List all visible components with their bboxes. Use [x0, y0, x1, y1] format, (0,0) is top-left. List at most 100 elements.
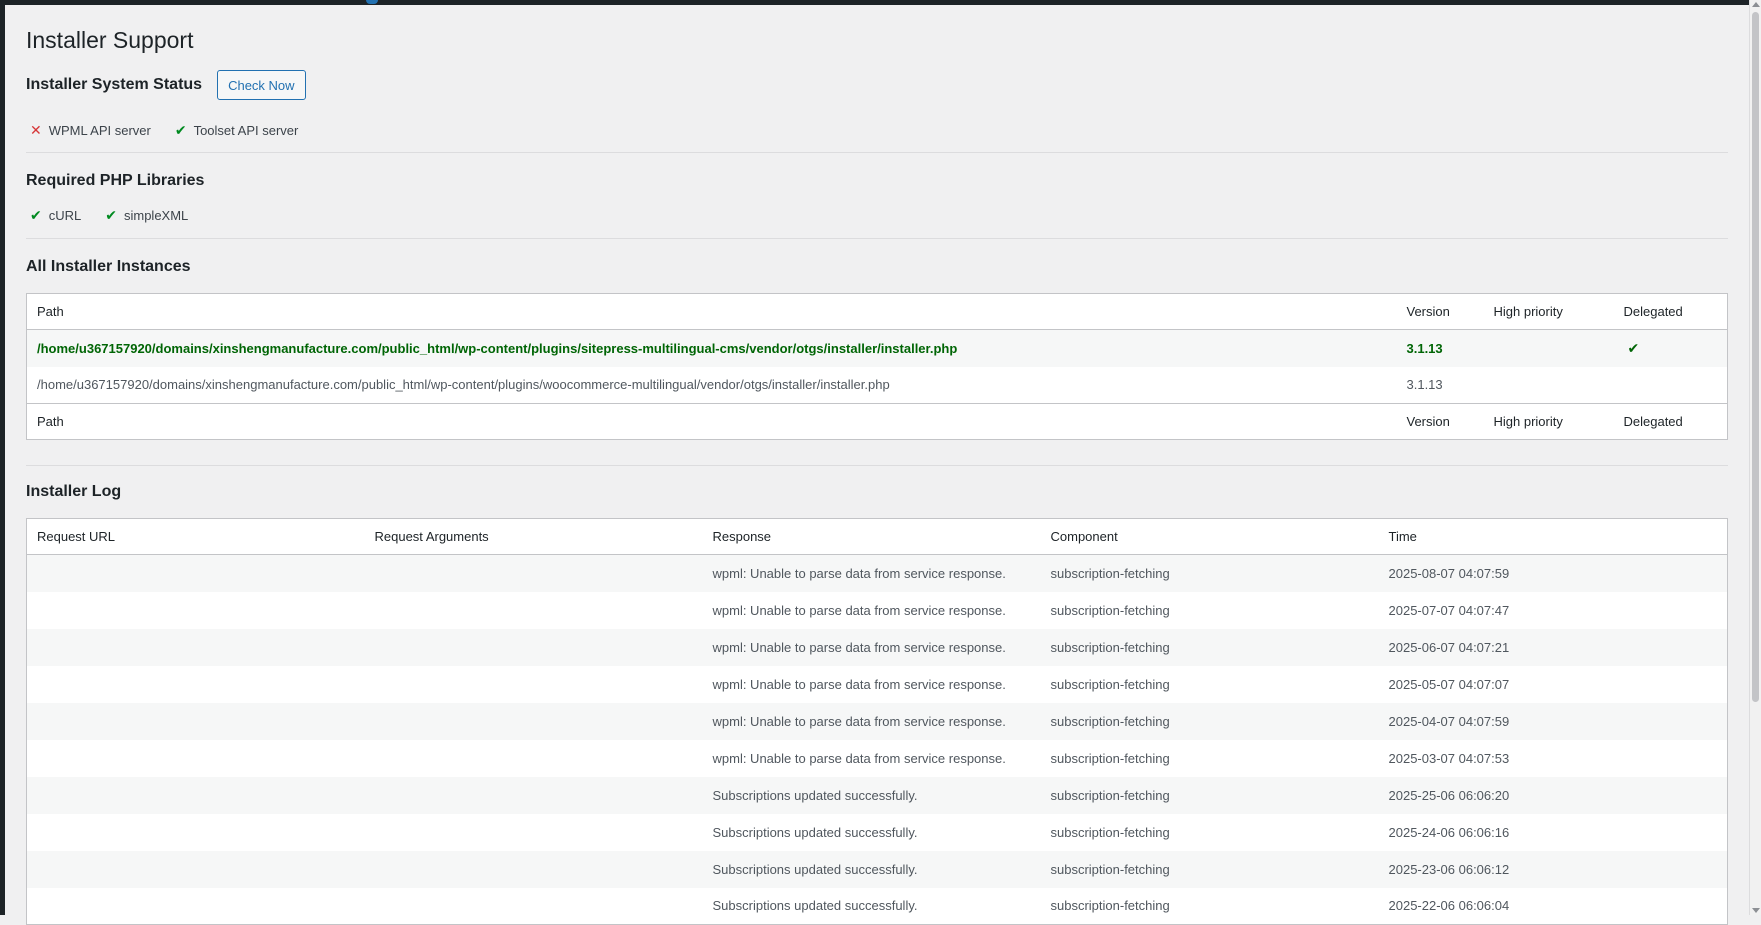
col-response: Response: [702, 518, 1041, 555]
table-row: /home/u367157920/domains/xinshengmanufac…: [27, 367, 1728, 404]
col-time: Time: [1378, 518, 1728, 555]
admin-menu-edge: [0, 0, 5, 915]
log-args: [364, 850, 703, 888]
log-response: Subscriptions updated successfully.: [702, 850, 1041, 888]
log-args: [365, 888, 703, 925]
log-response: wpml: Unable to parse data from service …: [702, 628, 1041, 666]
log-args: [364, 554, 703, 592]
log-url: [27, 740, 365, 777]
scrollbar-thumb[interactable]: [1752, 12, 1759, 702]
log-component: subscription-fetching: [1040, 554, 1379, 592]
log-response: wpml: Unable to parse data from service …: [702, 702, 1041, 740]
check-icon: ✔: [30, 207, 42, 223]
log-response: wpml: Unable to parse data from service …: [712, 676, 1006, 692]
log-time: 2025-25-06 06:06:20: [1378, 776, 1728, 814]
table-header-row: Request URL Request Arguments Response C…: [26, 518, 1728, 555]
scroll-down-arrow-icon[interactable]: [1752, 908, 1760, 913]
log-time: 2025-04-07 04:07:59: [1378, 702, 1728, 740]
log-time: 2025-05-07 04:07:07: [1388, 676, 1510, 692]
col-path: Path: [26, 403, 1397, 440]
log-url: [26, 850, 365, 888]
table-row: wpml: Unable to parse data from service …: [26, 702, 1728, 740]
server-status-list: ✕ WPML API server ✔ Toolset API server: [30, 122, 322, 139]
server-status-wpml: ✕ WPML API server: [30, 122, 151, 139]
system-status-heading: Installer System Status: [26, 76, 203, 93]
col-version: Version: [1396, 403, 1484, 440]
log-time: 2025-06-07 04:07:21: [1378, 628, 1728, 666]
log-url: [26, 628, 365, 666]
log-response: wpml: Unable to parse data from service …: [712, 602, 1006, 618]
log-args: [364, 776, 703, 814]
log-component: subscription-fetching: [1050, 750, 1170, 766]
col-version: Version: [1396, 293, 1484, 330]
table-row: Subscriptions updated successfully. subsc…: [27, 814, 1728, 851]
log-url: [27, 814, 365, 851]
table-row: wpml: Unable to parse data from service …: [26, 554, 1728, 592]
log-response: Subscriptions updated successfully.: [712, 824, 918, 840]
section-divider: [26, 152, 1728, 153]
check-icon: ✔: [105, 207, 117, 223]
instance-version: 3.1.13: [1406, 340, 1443, 356]
log-component: subscription-fetching: [1040, 776, 1379, 814]
log-url: [26, 776, 365, 814]
log-args: [365, 592, 703, 629]
instance-high-priority: [1484, 367, 1614, 404]
instances-table: Path Version High priority Delegated /ho…: [26, 293, 1728, 440]
log-response: Subscriptions updated successfully.: [712, 898, 918, 914]
col-path: Path: [26, 293, 1397, 330]
section-divider: [26, 465, 1728, 466]
log-args: [365, 814, 703, 851]
log-url: [27, 592, 365, 629]
php-library-curl: ✔ cURL: [30, 207, 81, 224]
col-delegated: Delegated: [1613, 293, 1728, 330]
log-url: [27, 666, 365, 703]
log-component: subscription-fetching: [1040, 702, 1379, 740]
admin-bar: [0, 0, 1761, 5]
server-status-toolset: ✔ Toolset API server: [175, 122, 299, 139]
table-row: wpml: Unable to parse data from service …: [27, 592, 1728, 629]
check-icon: ✔: [174, 122, 187, 138]
log-url: [27, 888, 365, 925]
instance-path: /home/u367157920/domains/xinshengmanufac…: [37, 340, 958, 356]
log-args: [364, 628, 703, 666]
log-component: subscription-fetching: [1050, 898, 1170, 914]
table-row: wpml: Unable to parse data from service …: [27, 666, 1728, 703]
check-now-button[interactable]: Check Now: [217, 70, 306, 100]
instance-delegated: [1614, 367, 1728, 404]
log-url: [26, 554, 365, 592]
col-component: Component: [1040, 518, 1379, 555]
server-label: WPML API server: [48, 123, 151, 138]
log-component: subscription-fetching: [1050, 602, 1170, 618]
installer-log-table: Request URL Request Arguments Response C…: [26, 518, 1728, 925]
instances-heading: All Installer Instances: [26, 258, 191, 275]
log-component: subscription-fetching: [1040, 628, 1379, 666]
page-scrollbar[interactable]: [1749, 0, 1761, 915]
col-high-priority: High priority: [1483, 403, 1614, 440]
cross-icon: ✕: [30, 122, 42, 138]
log-url: [26, 702, 365, 740]
table-row: /home/u367157920/domains/xinshengmanufac…: [26, 329, 1728, 367]
table-row: Subscriptions updated successfully. subsc…: [26, 850, 1728, 888]
log-component: subscription-fetching: [1040, 850, 1379, 888]
table-footer-row: Path Version High priority Delegated: [26, 403, 1728, 440]
php-libraries-heading: Required PHP Libraries: [26, 172, 205, 189]
table-header-row: Path Version High priority Delegated: [26, 293, 1728, 330]
log-time: 2025-22-06 06:06:04: [1388, 898, 1510, 914]
scroll-up-arrow-icon[interactable]: [1752, 2, 1760, 7]
instance-path: /home/u367157920/domains/xinshengmanufac…: [37, 377, 890, 393]
page-title: Installer Support: [26, 27, 194, 53]
server-label: Toolset API server: [193, 123, 299, 138]
php-library-list: ✔ cURL ✔ simpleXML: [30, 207, 212, 224]
log-component: subscription-fetching: [1050, 824, 1170, 840]
log-time: 2025-24-06 06:06:16: [1388, 824, 1510, 840]
col-request-url: Request URL: [26, 518, 365, 555]
log-response: wpml: Unable to parse data from service …: [712, 750, 1006, 766]
log-args: [364, 702, 703, 740]
library-label: cURL: [48, 208, 82, 223]
system-status-header: Installer System Status Check Now: [26, 70, 306, 100]
log-time: 2025-07-07 04:07:47: [1388, 602, 1510, 618]
col-high-priority: High priority: [1483, 293, 1614, 330]
php-library-simplexml: ✔ simpleXML: [105, 207, 188, 224]
col-delegated: Delegated: [1613, 403, 1728, 440]
instance-high-priority: [1484, 330, 1614, 367]
